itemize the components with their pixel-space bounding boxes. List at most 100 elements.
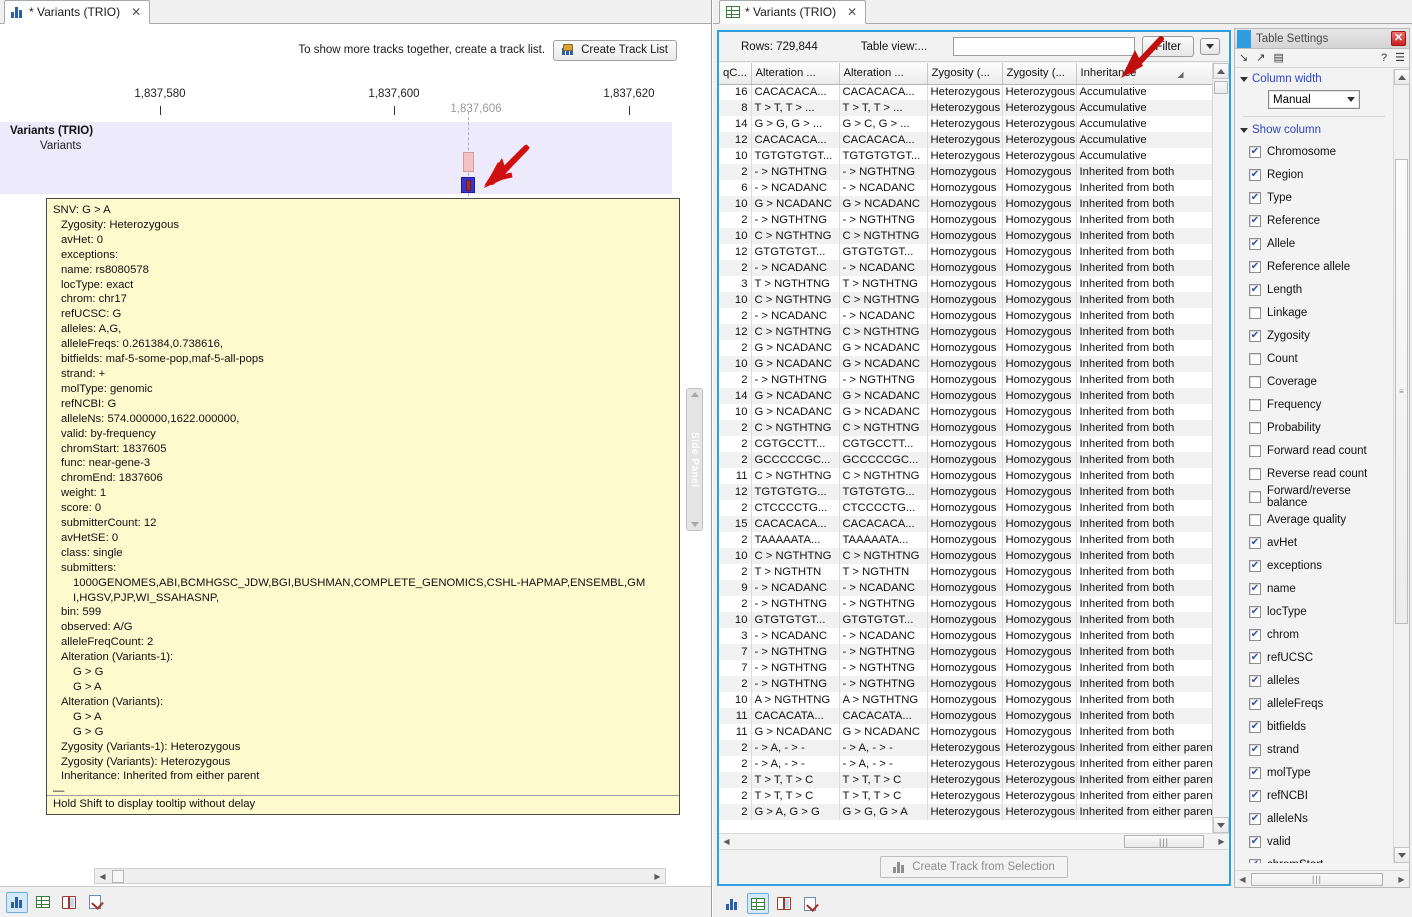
show-column-item[interactable]: Allele [1235,232,1393,255]
cell-inheritance[interactable]: Inherited from both [1076,196,1214,212]
cell-alteration-2[interactable]: CGTGCCTT... [839,436,927,452]
cell-alteration-1[interactable]: G > NCADANC [751,724,839,740]
cell-zygosity-2[interactable]: Homozygous [1002,388,1076,404]
cell-alteration-2[interactable]: G > G, G > A [839,804,927,820]
checkbox-unchecked-icon[interactable] [1249,468,1261,480]
cell-alteration-1[interactable]: - > NCADANC [751,628,839,644]
cell-zygosity-2[interactable]: Homozygous [1002,548,1076,564]
cell-zygosity-1[interactable]: Homozygous [927,292,1002,308]
cell-zygosity-1[interactable]: Homozygous [927,724,1002,740]
cell-alteration-1[interactable]: CACACACA... [751,132,839,148]
table-row[interactable]: 2CTCCCCTG...CTCCCCTG...HomozygousHomozyg… [719,500,1214,516]
track-horizontal-scrollbar[interactable]: ◀ ▶ [94,868,666,884]
cell-inheritance[interactable]: Inherited from both [1076,628,1214,644]
cell-alteration-2[interactable]: - > NGTHTNG [839,644,927,660]
tab-variants-trio-table[interactable]: * Variants (TRIO) ✕ [719,0,866,24]
cell-qc[interactable]: 14 [719,116,751,132]
cell-alteration-2[interactable]: GTGTGTGT... [839,612,927,628]
cell-zygosity-1[interactable]: Heterozygous [927,740,1002,756]
cell-alteration-2[interactable]: CACACACA... [839,132,927,148]
create-track-from-selection-button[interactable]: Create Track from Selection [880,856,1068,878]
cell-alteration-1[interactable]: CTCCCCTG... [751,500,839,516]
cell-alteration-1[interactable]: - > NCADANC [751,180,839,196]
scroll-down-icon[interactable] [1213,817,1229,833]
scrollbar-thumb[interactable]: ||| [1124,835,1204,848]
cell-inheritance[interactable]: Inherited from both [1076,612,1214,628]
cell-alteration-1[interactable]: C > NGTHTNG [751,548,839,564]
cell-inheritance[interactable]: Inherited from both [1076,484,1214,500]
cell-inheritance[interactable]: Inherited from both [1076,564,1214,580]
cell-zygosity-1[interactable]: Heterozygous [927,132,1002,148]
cell-zygosity-2[interactable]: Homozygous [1002,564,1076,580]
cell-zygosity-2[interactable]: Homozygous [1002,500,1076,516]
cell-zygosity-2[interactable]: Homozygous [1002,580,1076,596]
cell-qc[interactable]: 2 [719,564,751,580]
cell-zygosity-1[interactable]: Homozygous [927,404,1002,420]
cell-qc[interactable]: 2 [719,436,751,452]
show-column-item[interactable]: Type [1235,186,1393,209]
cell-alteration-2[interactable]: - > NGTHTNG [839,660,927,676]
cell-zygosity-2[interactable]: Heterozygous [1002,84,1076,100]
cell-alteration-1[interactable]: G > NCADANC [751,404,839,420]
cell-alteration-1[interactable]: - > NCADANC [751,260,839,276]
cell-zygosity-2[interactable]: Homozygous [1002,244,1076,260]
scroll-right-icon[interactable]: ▶ [650,869,665,883]
cell-qc[interactable]: 2 [719,420,751,436]
cell-qc[interactable]: 12 [719,132,751,148]
cell-qc[interactable]: 9 [719,580,751,596]
table-row[interactable]: 10C > NGTHTNGC > NGTHTNGHomozygousHomozy… [719,228,1214,244]
cell-qc[interactable]: 10 [719,356,751,372]
table-row[interactable]: 10G > NCADANCG > NCADANCHomozygousHomozy… [719,196,1214,212]
checkbox-checked-icon[interactable] [1249,238,1261,250]
checkbox-checked-icon[interactable] [1249,629,1261,641]
cell-alteration-2[interactable]: - > A, - > - [839,756,927,772]
cell-inheritance[interactable]: Accumulative [1076,148,1214,164]
cell-alteration-2[interactable]: - > NCADANC [839,308,927,324]
table-row[interactable]: 7- > NGTHTNG- > NGTHTNGHomozygousHomozyg… [719,660,1214,676]
show-column-item[interactable]: Chromosome [1235,140,1393,163]
settings-vertical-scrollbar[interactable]: ≡ [1393,69,1409,863]
checkbox-checked-icon[interactable] [1249,836,1261,848]
show-column-item[interactable]: Forward/reverse balance [1235,485,1393,508]
book-view-button[interactable] [58,892,80,913]
cell-zygosity-2[interactable]: Heterozygous [1002,788,1076,804]
cell-qc[interactable]: 2 [719,532,751,548]
table-row[interactable]: 9- > NCADANC- > NCADANCHomozygousHomozyg… [719,580,1214,596]
track-view-button[interactable] [6,892,28,913]
restore-defaults-icon[interactable]: ▤ [1273,53,1283,64]
cell-alteration-1[interactable]: - > NGTHTNG [751,660,839,676]
cell-alteration-2[interactable]: C > NGTHTNG [839,292,927,308]
cell-alteration-1[interactable]: CACACATA... [751,708,839,724]
cell-zygosity-2[interactable]: Homozygous [1002,260,1076,276]
cell-inheritance[interactable]: Inherited from both [1076,516,1214,532]
show-column-item[interactable]: refUCSC [1235,646,1393,669]
checkbox-unchecked-icon[interactable] [1249,353,1261,365]
cell-qc[interactable]: 15 [719,516,751,532]
cell-alteration-2[interactable]: T > T, T > C [839,788,927,804]
cell-zygosity-2[interactable]: Heterozygous [1002,116,1076,132]
cell-inheritance[interactable]: Inherited from both [1076,324,1214,340]
table-row[interactable]: 2- > NGTHTNG- > NGTHTNGHomozygousHomozyg… [719,164,1214,180]
cell-alteration-2[interactable]: TGTGTGTG... [839,484,927,500]
cell-alteration-1[interactable]: C > NGTHTNG [751,292,839,308]
cell-alteration-2[interactable]: A > NGTHTNG [839,692,927,708]
cell-zygosity-1[interactable]: Homozygous [927,676,1002,692]
help-icon[interactable]: ? [1381,53,1387,64]
show-column-item[interactable]: locType [1235,600,1393,623]
cell-alteration-2[interactable]: CACACACA... [839,516,927,532]
table-row[interactable]: 2- > NGTHTNG- > NGTHTNGHomozygousHomozyg… [719,372,1214,388]
cell-zygosity-2[interactable]: Homozygous [1002,420,1076,436]
cell-zygosity-2[interactable]: Homozygous [1002,212,1076,228]
show-column-item[interactable]: Region [1235,163,1393,186]
cell-zygosity-1[interactable]: Heterozygous [927,804,1002,820]
cell-zygosity-2[interactable]: Homozygous [1002,180,1076,196]
table-row[interactable]: 10G > NCADANCG > NCADANCHomozygousHomozy… [719,356,1214,372]
table-row[interactable]: 14G > NCADANCG > NCADANCHomozygousHomozy… [719,388,1214,404]
side-panel-toggle[interactable]: Side Panel [686,388,703,531]
checkbox-unchecked-icon[interactable] [1249,376,1261,388]
cell-inheritance[interactable]: Accumulative [1076,84,1214,100]
cell-zygosity-1[interactable]: Homozygous [927,516,1002,532]
checkbox-unchecked-icon[interactable] [1249,445,1261,457]
cell-qc[interactable]: 2 [719,676,751,692]
cell-zygosity-1[interactable]: Homozygous [927,484,1002,500]
